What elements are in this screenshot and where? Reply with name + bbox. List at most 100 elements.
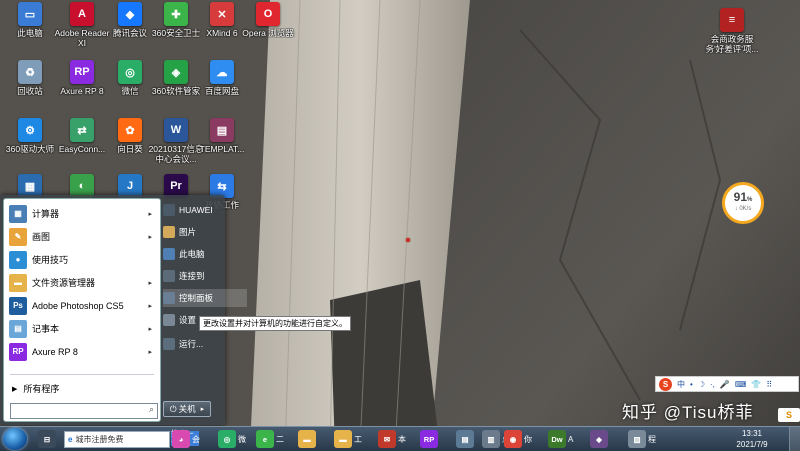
start-menu-place[interactable]: 连接到 [163,267,221,285]
start-menu-place-label: 图片 [179,227,197,237]
tencent-meeting-icon: ◆ [118,2,142,26]
file-explorer-icon: ▬ [9,273,27,292]
chevron-right-icon[interactable]: ▸ [201,405,205,413]
360-driver-icon: ⚙ [18,118,42,142]
taskbar-app-button[interactable]: e二 [256,429,284,449]
start-menu-place[interactable]: 此电脑 [163,245,221,263]
show-desktop-button[interactable] [789,427,800,451]
start-menu-program[interactable]: ● 使用技巧 [6,249,156,270]
desktop-shortcut[interactable]: ▤ TEMPLAT... [196,118,248,174]
moon-icon[interactable]: ☽ [698,380,705,389]
baidu-netdisk-icon: ☁ [210,60,234,84]
taskbar-app-label: 微 [238,434,246,444]
start-button[interactable] [3,428,27,450]
taskbar-app-button[interactable]: ◕ 会 [172,429,200,449]
control-panel-tooltip: 更改设置并对计算机的功能进行自定义。 [199,316,351,331]
search-icon: ⌕ [148,404,154,414]
grid-icon[interactable]: ⠿ [766,380,772,389]
control-panel-icon [163,292,175,304]
start-menu-place-label: 此电脑 [179,249,205,259]
desktop-shortcut[interactable]: A Adobe Reader XI [55,2,109,58]
start-menu-program-label: 文件资源管理器 [32,278,96,288]
winrar-icon: ▤ [210,118,234,142]
axure-icon: RP [70,60,94,84]
sogou-badge-icon[interactable]: S [778,408,800,422]
shutdown-button[interactable]: ⏻ 关机 ▸ [163,401,211,417]
speed-percent: 91% [733,190,753,204]
skin-icon[interactable]: 👕 [751,380,761,389]
network-speed-widget[interactable]: 91% ↓ 0K/s [722,182,764,224]
start-menu-program[interactable]: ▤ 记事本 ▸ [6,318,156,339]
ime-mode[interactable]: 中 [677,379,685,390]
punctuation-icon[interactable]: ·, [710,380,715,389]
start-menu-program[interactable]: ▦ 计算器 ▸ [6,203,156,224]
desktop-shortcut-label: 百度网盘 [204,86,239,96]
desktop-shortcut[interactable]: ▭ 此电脑 [4,2,56,58]
ime-dot[interactable]: • [690,380,693,389]
start-menu-place[interactable]: HUAWEI [163,201,221,219]
taskbar-app-button[interactable]: RP [420,429,440,449]
submenu-arrow-icon[interactable]: ▸ [148,325,152,333]
document-icon: ▤ [456,430,474,448]
taskbar-app-button[interactable]: ▬ 工 [334,429,362,449]
keyboard-icon[interactable]: ⌨ [735,380,747,389]
opera-icon: O [256,2,280,26]
desktop-shortcut[interactable]: O Opera 浏览器 [242,2,294,58]
clock-date: 2021/7/9 [736,440,768,449]
microphone-icon[interactable]: 🎤 [720,380,730,389]
start-menu-place[interactable]: 运行... [163,335,221,353]
word-doc-icon: W [164,118,188,142]
taskbar-app-button[interactable]: ✉ 本 [378,429,406,449]
desktop-shortcut-label: 会商政务服务'好差评'项... [705,34,759,54]
ime-toolbar[interactable]: S 中 • ☽ ·, 🎤 ⌨ 👕 ⠿ [655,376,799,392]
submenu-arrow-icon[interactable]: ▸ [148,302,152,310]
start-menu-place-label: 运行... [179,339,204,349]
start-menu-program[interactable]: ▬ 文件资源管理器 ▸ [6,272,156,293]
submenu-arrow-icon[interactable]: ▸ [148,233,152,241]
computer-icon [163,248,175,260]
start-menu-place[interactable]: 控制面板 [163,289,247,307]
start-menu-programs-pane: ▦ 计算器 ▸ ✎ 画图 ▸ ● 使用技巧 ▬ 文件资源管理器 ▸ Ps Adobe Photoshop… [3,198,161,422]
all-programs-button[interactable]: ▶ 所有程序 [12,382,59,395]
pictures-icon [163,226,175,238]
start-menu-program[interactable]: Ps Adobe Photoshop CS5 ▸ [6,295,156,316]
taskbar-app-button[interactable]: ◎ 微 [218,429,246,449]
wechat-icon: ◎ [118,60,142,84]
clock-time: 13:31 [741,429,763,438]
taskbar-app-label: 你 [524,434,532,444]
dreamweaver-icon: Dw [548,430,566,448]
folder-icon: ▬ [334,430,352,448]
taskbar-app-button[interactable]: ◉ 你 [504,429,532,449]
desktop-shortcut[interactable]: ☁ 百度网盘 [196,60,248,116]
sogou-logo-icon[interactable]: S [659,377,672,391]
desktop-shortcut[interactable]: RP Axure RP 8 [56,60,108,116]
desktop-shortcut[interactable]: ⇄ EasyConn... [56,118,108,174]
desktop-shortcut[interactable]: ≡ 会商政务服务'好差评'项... [706,8,758,64]
system-clock[interactable]: 13:31 2021/7/9 [732,428,772,450]
submenu-arrow-icon[interactable]: ▸ [148,348,152,356]
desktop-shortcut[interactable]: ♻ 回收站 [4,60,56,116]
xmind-icon: ✕ [210,2,234,26]
submenu-arrow-icon[interactable]: ▸ [148,210,152,218]
huawei-folder-icon [163,204,175,216]
start-search-input[interactable]: ⌕ [10,403,158,419]
settings-icon [163,314,175,326]
start-menu-place-label: 控制面板 [179,293,214,303]
zhihu-watermark: 知乎 @Tisu桥菲 [622,403,754,422]
taskbar-search-input[interactable]: e 城市注册免费 搜索一下 [64,429,199,449]
desktop-shortcut[interactable]: ⚙ 360驱动大师 [4,118,56,174]
submenu-arrow-icon[interactable]: ▸ [148,279,152,287]
easyconnect-icon: ⇄ [70,118,94,142]
connect-icon [163,270,175,282]
taskbar-app-button[interactable]: ▤ [456,429,476,449]
start-menu-program-label: 使用技巧 [32,255,69,265]
start-menu-program[interactable]: ✎ 画图 ▸ [6,226,156,247]
start-menu-program-label: Adobe Photoshop CS5 [32,300,124,311]
taskbar-app-button[interactable]: Dw A [548,429,573,449]
taskbar-app-button[interactable]: ◆ [590,429,610,449]
taskbar-app-button[interactable]: ▬ [298,429,318,449]
taskbar-app-button[interactable]: ▧ 程 [628,429,656,449]
task-view-button[interactable]: ⊟ [38,429,58,449]
start-menu-place[interactable]: 图片 [163,223,221,241]
start-menu-program[interactable]: RP Axure RP 8 ▸ [6,341,156,362]
